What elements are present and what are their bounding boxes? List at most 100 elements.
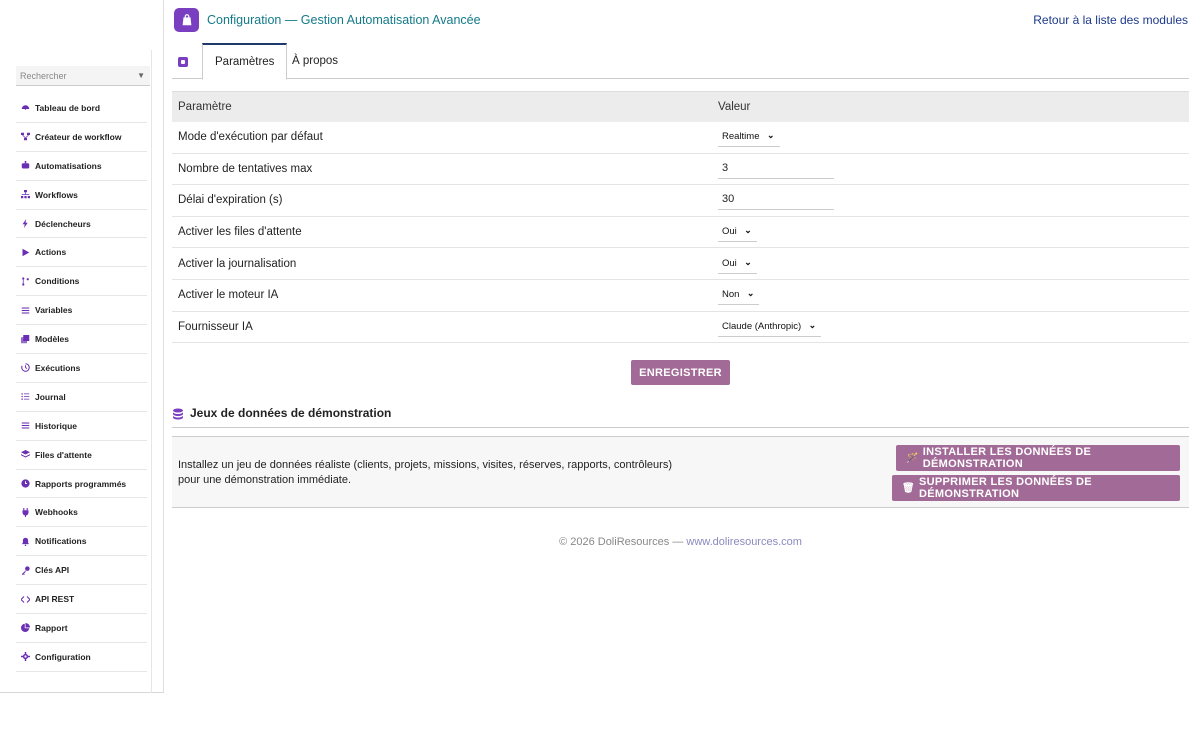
sidebar-item-workflows[interactable]: Workflows — [16, 181, 147, 210]
copy-icon — [20, 334, 30, 344]
sidebar-item-automatisations[interactable]: Automatisations — [16, 152, 147, 181]
sidebar-item-label: Exécutions — [35, 362, 81, 373]
param-select[interactable]: Claude (Anthropic) ⌄ — [718, 317, 822, 337]
back-to-modules-link[interactable]: Retour à la liste des modules — [1033, 13, 1188, 27]
sidebar-item-conditions[interactable]: Conditions — [16, 267, 147, 297]
table-row: Nombre de tentatives max 3 — [172, 154, 1189, 186]
sidebar-item-label: Automatisations — [35, 160, 102, 171]
param-select[interactable]: Non ⌄ — [718, 285, 760, 306]
sidebar-search-select[interactable]: Rechercher ▼ — [16, 66, 150, 86]
select-value: Non — [722, 289, 740, 301]
delete-demo-button[interactable]: 🗑 SUPPRIMER LES DONNÉES DE DÉMONSTRATION — [892, 475, 1180, 501]
param-input[interactable]: 3 — [718, 159, 834, 179]
select-value: Oui — [722, 257, 737, 269]
sidebar-item-label: Configuration — [35, 651, 91, 662]
list-icon — [20, 305, 30, 315]
bars-icon — [20, 421, 30, 431]
param-label: Activer le moteur IA — [178, 289, 279, 302]
param-label: Activer les files d'attente — [178, 226, 302, 239]
select-value: Realtime — [722, 131, 760, 143]
search-placeholder: Rechercher — [20, 71, 67, 81]
sidebar-item-tableau-de-bord[interactable]: Tableau de bord — [16, 94, 147, 123]
sidebar-item-webhooks[interactable]: Webhooks — [16, 498, 147, 528]
param-value-cell: Realtime ⌄ — [718, 127, 1189, 148]
param-value-cell: Claude (Anthropic) ⌄ — [718, 317, 1189, 337]
save-button[interactable]: ENREGISTRER — [631, 360, 730, 385]
table-row: Délai d'expiration (s) 30 — [172, 185, 1189, 217]
tab-parametres[interactable]: Paramètres — [202, 43, 288, 80]
sidebar-item-actions[interactable]: Actions — [16, 238, 147, 268]
sidebar-menu: Tableau de bord Créateur de workflow Autom… — [16, 94, 147, 672]
table-row: Activer les files d'attente Oui ⌄ — [172, 217, 1189, 249]
param-label: Mode d'exécution par défaut — [178, 131, 323, 144]
page-title: Configuration — Gestion Automatisation A… — [207, 13, 481, 27]
sidebar-item-label: Journal — [35, 391, 66, 402]
demo-title: Jeux de données de démonstration — [190, 406, 392, 420]
param-value-cell: 3 — [718, 159, 1189, 179]
table-row: Mode d'exécution par défaut Realtime ⌄ — [172, 122, 1189, 154]
param-input[interactable]: 30 — [718, 190, 834, 211]
param-value-cell: Oui ⌄ — [718, 254, 1189, 274]
sidebar-item-label: Conditions — [35, 276, 80, 287]
sidebar-item-executions[interactable]: Exécutions — [16, 354, 147, 383]
delete-demo-label: SUPPRIMER LES DONNÉES DE DÉMONSTRATION — [919, 476, 1092, 500]
dashboard-icon — [20, 103, 30, 113]
install-demo-button[interactable]: 🪄 INSTALLER LES DONNÉES DE DÉMONSTRATION — [896, 445, 1180, 471]
sidebar-item-modeles[interactable]: Modèles — [16, 325, 147, 355]
sidebar-item-label: Créateur de workflow — [35, 131, 122, 142]
chevron-down-icon: ⌄ — [746, 288, 755, 299]
select-value: Claude (Anthropic) — [722, 320, 802, 332]
param-select[interactable]: Oui ⌄ — [718, 254, 757, 274]
chevron-down-icon: ⌄ — [744, 225, 752, 236]
tab-a-propos[interactable]: À propos — [280, 43, 350, 79]
sidebar-item-rapport[interactable]: Rapport — [16, 614, 147, 643]
sidebar-item-notifications[interactable]: Notifications — [16, 527, 147, 557]
demo-section-title: Jeux de données de démonstration — [172, 406, 1189, 428]
clock-icon — [20, 479, 30, 489]
sidebar-item-label: Variables — [35, 305, 73, 316]
sidebar-item-historique[interactable]: Historique — [16, 412, 147, 441]
tabs-bar: Paramètres À propos — [172, 43, 1189, 80]
sidebar-item-label: Webhooks — [35, 507, 78, 518]
param-select[interactable]: Oui ⌄ — [718, 222, 757, 243]
chevron-down-icon: ⌄ — [744, 256, 752, 267]
sidebar-item-createur-de-workflow[interactable]: Créateur de workflow — [16, 123, 147, 152]
chevron-down-icon: ⌄ — [808, 319, 817, 330]
params-table: Paramètre Valeur Mode d'exécution par dé… — [172, 91, 1189, 344]
module-tab-icon — [178, 57, 188, 67]
header-parametre: Paramètre — [178, 101, 232, 113]
sidebar-item-label: Clés API — [35, 565, 70, 576]
sidebar-item-declencheurs[interactable]: Déclencheurs — [16, 210, 147, 239]
code-icon — [20, 594, 30, 604]
header-valeur: Valeur — [718, 101, 751, 113]
sidebar-item-label: Notifications — [35, 536, 87, 547]
cog-icon — [20, 652, 30, 662]
footer: © 2026 DoliResources — www.doliresources… — [172, 536, 1189, 548]
sidebar-item-api-rest[interactable]: API REST — [16, 585, 147, 615]
bag-icon — [182, 14, 191, 26]
sidebar-item-configuration[interactable]: Configuration — [16, 643, 147, 672]
footer-link[interactable]: www.doliresources.com — [686, 536, 802, 548]
sidebar-item-label: Actions — [35, 247, 67, 258]
play-icon — [20, 247, 30, 257]
demo-box: Installez un jeu de données réaliste (cl… — [172, 436, 1189, 508]
robot-icon — [20, 161, 30, 171]
select-value: Oui — [722, 226, 737, 238]
param-value-cell: 30 — [718, 190, 1189, 211]
footer-copyright: © 2026 DoliResources — — [559, 536, 687, 548]
table-row: Activer le moteur IA Non ⌄ — [172, 280, 1189, 312]
layers-icon — [20, 450, 30, 460]
workflow-builder-icon — [20, 132, 30, 142]
sidebar-item-files-d-attente[interactable]: Files d'attente — [16, 441, 147, 470]
sidebar-item-rapports-programmes[interactable]: Rapports programmés — [16, 470, 147, 499]
sidebar-item-label: Files d'attente — [35, 449, 92, 460]
sidebar-item-variables[interactable]: Variables — [16, 296, 147, 326]
plug-icon — [20, 507, 30, 517]
bell-icon — [20, 536, 30, 546]
sidebar-item-cles-api[interactable]: Clés API — [16, 556, 147, 586]
sidebar-item-label: Workflows — [35, 189, 78, 200]
table-row: Fournisseur IA Claude (Anthropic) ⌄ — [172, 312, 1189, 344]
param-select[interactable]: Realtime ⌄ — [718, 127, 780, 148]
bolt-icon — [20, 219, 30, 229]
sidebar-item-journal[interactable]: Journal — [16, 383, 147, 412]
